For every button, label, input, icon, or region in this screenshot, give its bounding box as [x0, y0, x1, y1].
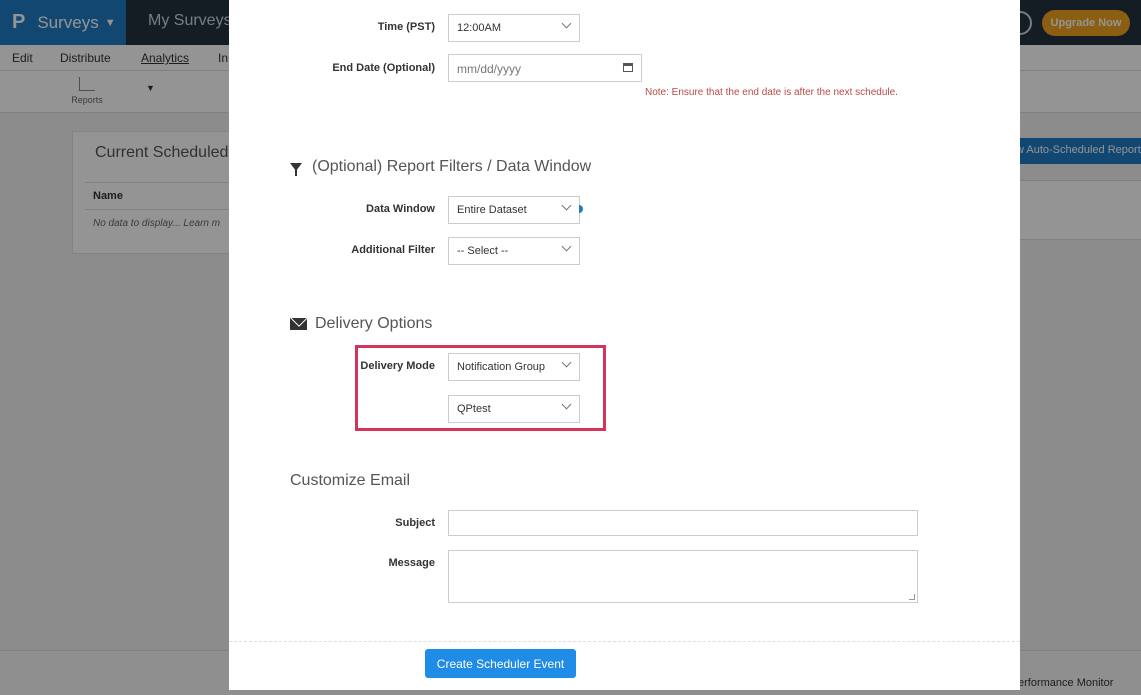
- end-date-label: End Date (Optional): [332, 62, 435, 74]
- time-select[interactable]: 12:00AM: [448, 14, 580, 42]
- info-indicator: [579, 205, 583, 213]
- customize-section-title: Customize Email: [290, 472, 410, 490]
- end-date-note: Note: Ensure that the end date is after …: [645, 87, 898, 98]
- additional-filter-value: -- Select --: [457, 245, 509, 257]
- data-window-value: Entire Dataset: [457, 204, 527, 216]
- chevron-down-icon: [561, 357, 572, 368]
- message-textarea[interactable]: [448, 550, 918, 603]
- end-date-placeholder: mm/dd/yyyy: [457, 62, 522, 76]
- delivery-section-title: Delivery Options: [290, 315, 432, 333]
- end-date-input[interactable]: mm/dd/yyyy: [448, 54, 642, 82]
- data-window-select[interactable]: Entire Dataset: [448, 196, 580, 224]
- delivery-mode-select[interactable]: Notification Group: [448, 353, 580, 381]
- envelope-icon: [290, 318, 307, 330]
- delivery-mode-label: Delivery Mode: [360, 360, 435, 372]
- scheduler-modal: Time (PST) 12:00AM End Date (Optional) m…: [229, 0, 1020, 690]
- message-label: Message: [388, 557, 435, 569]
- resize-handle-icon[interactable]: [909, 594, 915, 600]
- time-label: Time (PST): [377, 21, 435, 33]
- calendar-icon[interactable]: [623, 63, 633, 72]
- notification-group-select[interactable]: QPtest: [448, 395, 580, 423]
- chevron-down-icon: [561, 18, 572, 29]
- subject-input[interactable]: [448, 510, 918, 536]
- chevron-down-icon: [561, 399, 572, 410]
- modal-footer-divider: [229, 641, 1020, 642]
- delivery-title: Delivery Options: [315, 315, 433, 332]
- chevron-down-icon: [561, 241, 572, 252]
- filters-section-title: (Optional) Report Filters / Data Window: [290, 158, 591, 176]
- additional-filter-select[interactable]: -- Select --: [448, 237, 580, 265]
- notification-group-value: QPtest: [457, 403, 491, 415]
- data-window-label: Data Window: [366, 203, 435, 215]
- chevron-down-icon: [561, 200, 572, 211]
- additional-filter-label: Additional Filter: [351, 244, 435, 256]
- create-scheduler-event-button[interactable]: Create Scheduler Event: [425, 649, 576, 678]
- filters-title: (Optional) Report Filters / Data Window: [312, 158, 592, 175]
- time-value: 12:00AM: [457, 22, 502, 34]
- subject-label: Subject: [395, 517, 435, 529]
- customize-title: Customize Email: [290, 472, 411, 489]
- filter-icon: [290, 163, 302, 176]
- delivery-mode-value: Notification Group: [457, 361, 546, 373]
